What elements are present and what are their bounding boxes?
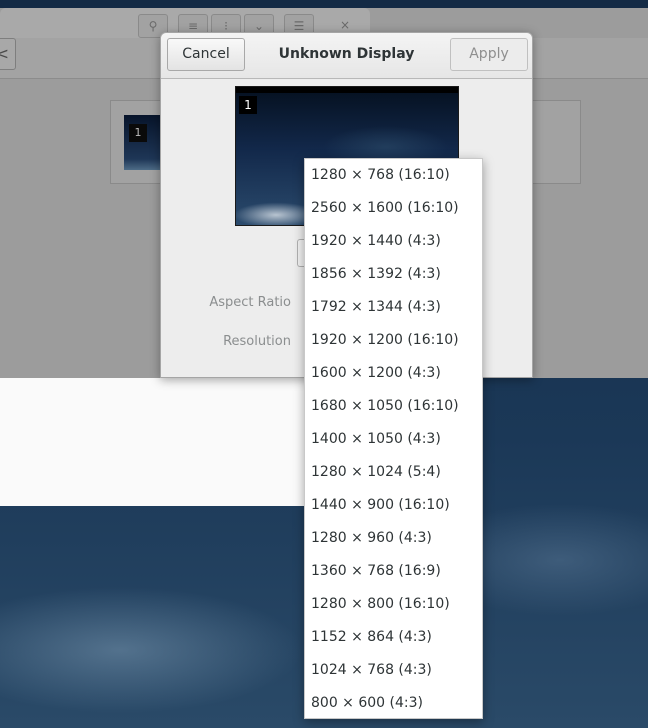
- resolution-option[interactable]: 1680 × 1050 (16:10): [305, 390, 482, 423]
- monitor-number-badge: 1: [239, 96, 257, 114]
- resolution-option[interactable]: 1440 × 900 (16:10): [305, 489, 482, 522]
- resolution-option[interactable]: 1360 × 768 (16:9): [305, 555, 482, 588]
- resolution-menu: 1280 × 768 (16:10) 2560 × 1600 (16:10) 1…: [304, 158, 483, 719]
- resolution-option[interactable]: 1856 × 1392 (4:3): [305, 258, 482, 291]
- resolution-option[interactable]: 1920 × 1200 (16:10): [305, 324, 482, 357]
- background-monitor-number: 1: [129, 124, 147, 142]
- resolution-option[interactable]: 1280 × 800 (16:10): [305, 588, 482, 621]
- resolution-option[interactable]: 2560 × 1600 (16:10): [305, 192, 482, 225]
- resolution-option[interactable]: 1152 × 864 (4:3): [305, 621, 482, 654]
- back-button[interactable]: <: [0, 38, 16, 70]
- aspect-ratio-label: Aspect Ratio: [209, 295, 291, 310]
- resolution-option[interactable]: 1280 × 768 (16:10): [305, 159, 482, 192]
- resolution-option[interactable]: 800 × 600 (4:3): [305, 687, 482, 720]
- resolution-option[interactable]: 1600 × 1200 (4:3): [305, 357, 482, 390]
- resolution-option[interactable]: 1792 × 1344 (4:3): [305, 291, 482, 324]
- resolution-option[interactable]: 1024 × 768 (4:3): [305, 654, 482, 687]
- resolution-option[interactable]: 1280 × 960 (4:3): [305, 522, 482, 555]
- cancel-button[interactable]: Cancel: [167, 38, 245, 71]
- resolution-option[interactable]: 1920 × 1440 (4:3): [305, 225, 482, 258]
- resolution-label: Resolution: [223, 334, 291, 349]
- dialog-title: Unknown Display: [278, 46, 415, 62]
- preview-top-bar: [236, 87, 458, 93]
- resolution-option[interactable]: 1280 × 1024 (5:4): [305, 456, 482, 489]
- background-content-area: [0, 378, 304, 506]
- resolution-option[interactable]: 1400 × 1050 (4:3): [305, 423, 482, 456]
- apply-button[interactable]: Apply: [450, 38, 528, 71]
- dialog-header: Cancel Unknown Display Apply: [161, 33, 532, 79]
